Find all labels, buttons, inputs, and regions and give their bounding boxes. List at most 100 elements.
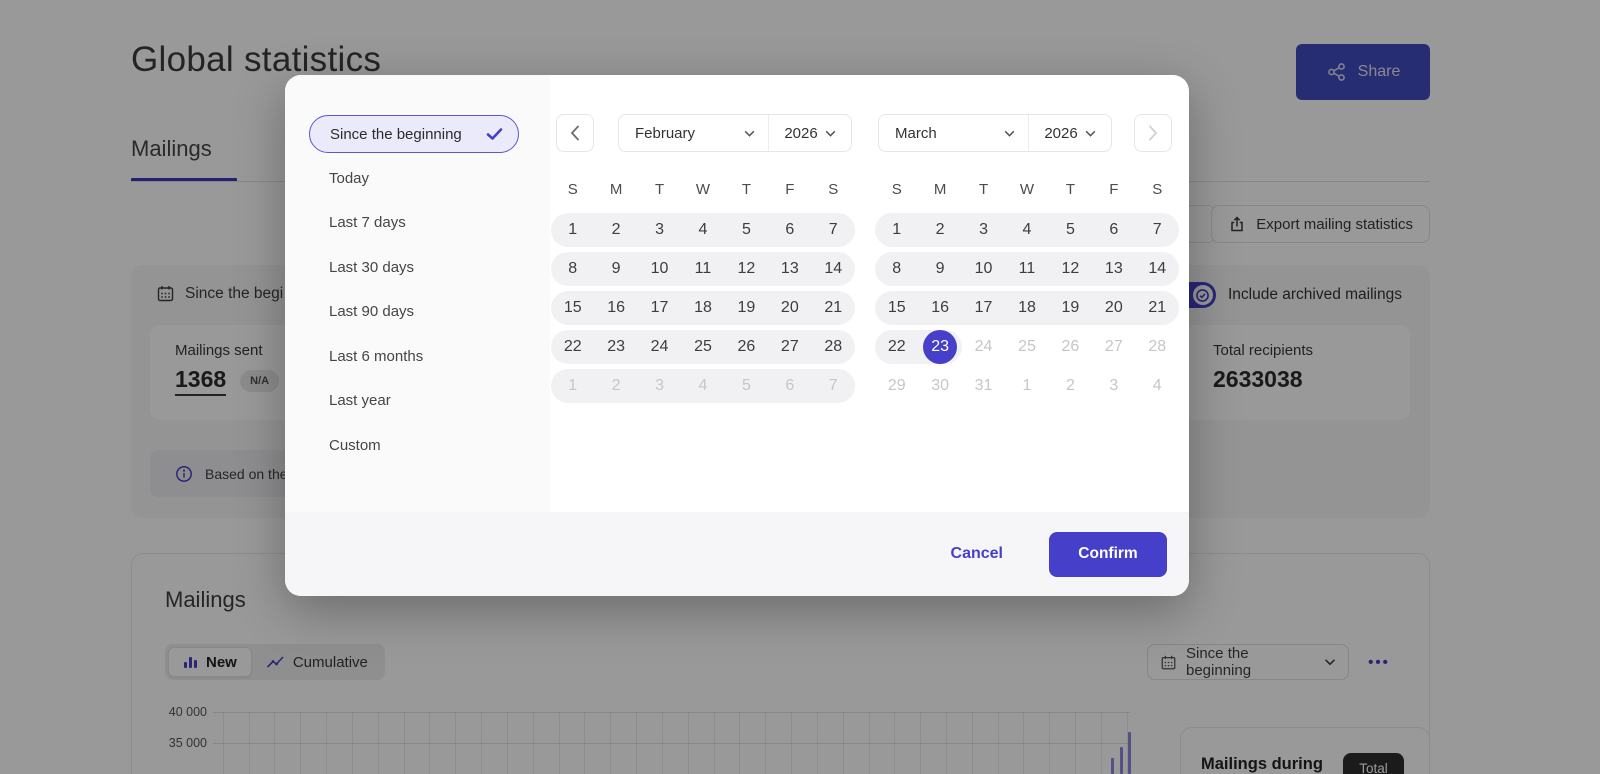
day-cell[interactable]: 2 bbox=[918, 213, 961, 247]
day-cell[interactable]: 23 bbox=[594, 330, 637, 364]
day-cell[interactable]: 9 bbox=[918, 252, 961, 286]
modal-footer: Cancel Confirm bbox=[285, 512, 1189, 596]
previous-month-button[interactable] bbox=[556, 114, 594, 152]
next-month-button-disabled bbox=[1134, 114, 1172, 152]
right-year-select[interactable]: 2026 bbox=[1029, 115, 1111, 151]
right-year-value: 2026 bbox=[1044, 124, 1078, 142]
left-year-select[interactable]: 2026 bbox=[769, 115, 851, 151]
check-icon bbox=[486, 127, 503, 141]
day-cell[interactable]: 13 bbox=[1092, 252, 1135, 286]
day-cell[interactable]: 18 bbox=[681, 291, 724, 325]
day-cell[interactable]: 14 bbox=[1136, 252, 1179, 286]
day-cell: 26 bbox=[1061, 337, 1080, 355]
calendar-week-row: 22 23 24 25 26 27 28 bbox=[551, 327, 855, 366]
day-cell[interactable]: 19 bbox=[1049, 291, 1092, 325]
day-cell[interactable]: 7 bbox=[1136, 213, 1179, 247]
day-cell: 28 bbox=[1148, 337, 1167, 355]
day-cell[interactable]: 22 bbox=[551, 330, 594, 364]
day-cell: 31 bbox=[974, 376, 993, 394]
day-cell[interactable]: 22 bbox=[875, 330, 918, 364]
day-cell[interactable]: 3 bbox=[638, 213, 681, 247]
right-month-value: March bbox=[895, 124, 937, 142]
day-cell[interactable]: 26 bbox=[725, 330, 768, 364]
preset-item[interactable]: Custom bbox=[285, 423, 550, 468]
day-cell: 29 bbox=[887, 376, 906, 394]
day-cell[interactable]: 11 bbox=[681, 252, 724, 286]
preset-selected-label: Since the beginning bbox=[330, 125, 462, 143]
day-cell[interactable]: 8 bbox=[875, 252, 918, 286]
preset-item[interactable]: Last 30 days bbox=[285, 245, 550, 290]
preset-item[interactable]: Today bbox=[285, 156, 550, 201]
day-cell[interactable]: 1 bbox=[551, 213, 594, 247]
day-cell[interactable]: 17 bbox=[638, 291, 681, 325]
day-cell[interactable]: 6 bbox=[768, 213, 811, 247]
day-cell[interactable]: 14 bbox=[812, 252, 855, 286]
day-cell[interactable]: 25 bbox=[681, 330, 724, 364]
calendar-week-row: 1234567 bbox=[875, 210, 1179, 249]
day-cell[interactable]: 5 bbox=[725, 213, 768, 247]
day-cell: 4 bbox=[1152, 376, 1162, 394]
cancel-button[interactable]: Cancel bbox=[951, 545, 1003, 563]
day-cell: 3 bbox=[655, 376, 664, 394]
left-month-select[interactable]: February bbox=[619, 115, 769, 151]
day-cell[interactable]: 7 bbox=[812, 213, 855, 247]
day-cell[interactable]: 2 bbox=[594, 213, 637, 247]
day-cell[interactable]: 20 bbox=[768, 291, 811, 325]
chevron-down-icon bbox=[1085, 130, 1096, 137]
day-cell[interactable]: 9 bbox=[594, 252, 637, 286]
confirm-button[interactable]: Confirm bbox=[1049, 531, 1167, 577]
preset-item[interactable]: Last 6 months bbox=[285, 334, 550, 379]
right-month-year-selector: March 2026 bbox=[878, 114, 1112, 152]
day-cell[interactable]: 1 bbox=[875, 213, 918, 247]
day-cell[interactable]: 16 bbox=[594, 291, 637, 325]
screen: Global statistics Share Mailings Export … bbox=[0, 0, 1600, 774]
day-cell: 7 bbox=[828, 376, 838, 394]
preset-item[interactable]: Last 90 days bbox=[285, 290, 550, 335]
day-cell[interactable]: 20 bbox=[1092, 291, 1135, 325]
day-cell[interactable]: 10 bbox=[962, 252, 1005, 286]
day-cell[interactable]: 13 bbox=[768, 252, 811, 286]
date-range-picker-modal: Since the beginning Today Last 7 days Last… bbox=[285, 75, 1189, 596]
calendar-week-row: 29 30 31 1 2 3 4 bbox=[875, 366, 1179, 405]
day-cell: 2 bbox=[611, 376, 621, 394]
calendar-week-row: 8 9 10 11 12 13 14 bbox=[875, 249, 1179, 288]
preset-item[interactable]: Last 7 days bbox=[285, 201, 550, 246]
preset-list: Today Last 7 days Last 30 days Last 90 days… bbox=[285, 156, 550, 468]
day-cell[interactable]: 4 bbox=[681, 213, 724, 247]
day-cell[interactable]: 5 bbox=[1049, 213, 1092, 247]
day-cell[interactable]: 27 bbox=[768, 330, 811, 364]
weekday-header-row: SMTWTFS bbox=[567, 181, 839, 198]
calendar-week-row: 8 9 10 11 12 13 14 bbox=[551, 249, 855, 288]
calendar-week-row: 1234567 bbox=[551, 366, 855, 405]
day-cell[interactable]: 3 bbox=[962, 213, 1005, 247]
day-cell[interactable]: 10 bbox=[638, 252, 681, 286]
calendar-week-row: 15 16 17 18 19 20 21 bbox=[875, 288, 1179, 327]
weekday-header-row: SMTWTFS bbox=[891, 181, 1163, 198]
day-cell[interactable]: 24 bbox=[638, 330, 681, 364]
day-cell[interactable]: 12 bbox=[725, 252, 768, 286]
day-cell[interactable]: 19 bbox=[725, 291, 768, 325]
right-month-select[interactable]: March bbox=[879, 115, 1029, 151]
day-cell[interactable]: 4 bbox=[1005, 213, 1048, 247]
preset-item[interactable]: Last year bbox=[285, 379, 550, 424]
preset-item-selected[interactable]: Since the beginning bbox=[309, 115, 519, 153]
day-cell[interactable]: 15 bbox=[875, 291, 918, 325]
day-cell[interactable]: 11 bbox=[1005, 252, 1048, 286]
day-cell-selected[interactable]: 23 bbox=[918, 329, 961, 364]
day-cell[interactable]: 18 bbox=[1005, 291, 1048, 325]
day-cell[interactable]: 16 bbox=[918, 291, 961, 325]
day-cell[interactable]: 21 bbox=[1136, 291, 1179, 325]
calendar-month-march: S M T W T F S 1 2 3 4 5 6 7 8 9 10 11 12 13 14 15 16 17 18 19 20 21… bbox=[875, 181, 1179, 405]
day-cell[interactable]: 17 bbox=[962, 291, 1005, 325]
day-cell[interactable]: 21 bbox=[812, 291, 855, 325]
day-cell[interactable]: 15 bbox=[551, 291, 594, 325]
day-cell: 6 bbox=[785, 376, 795, 394]
day-cell[interactable]: 28 bbox=[812, 330, 855, 364]
day-cell[interactable]: 8 bbox=[551, 252, 594, 286]
day-cell: 30 bbox=[931, 376, 950, 394]
day-cell[interactable]: 12 bbox=[1049, 252, 1092, 286]
day-cell: 24 bbox=[974, 337, 993, 355]
day-cell[interactable]: 6 bbox=[1092, 213, 1135, 247]
calendar-week-row: 1234567 bbox=[551, 210, 855, 249]
calendar-week-row: 22 23 24 25 26 27 28 bbox=[875, 327, 1179, 366]
